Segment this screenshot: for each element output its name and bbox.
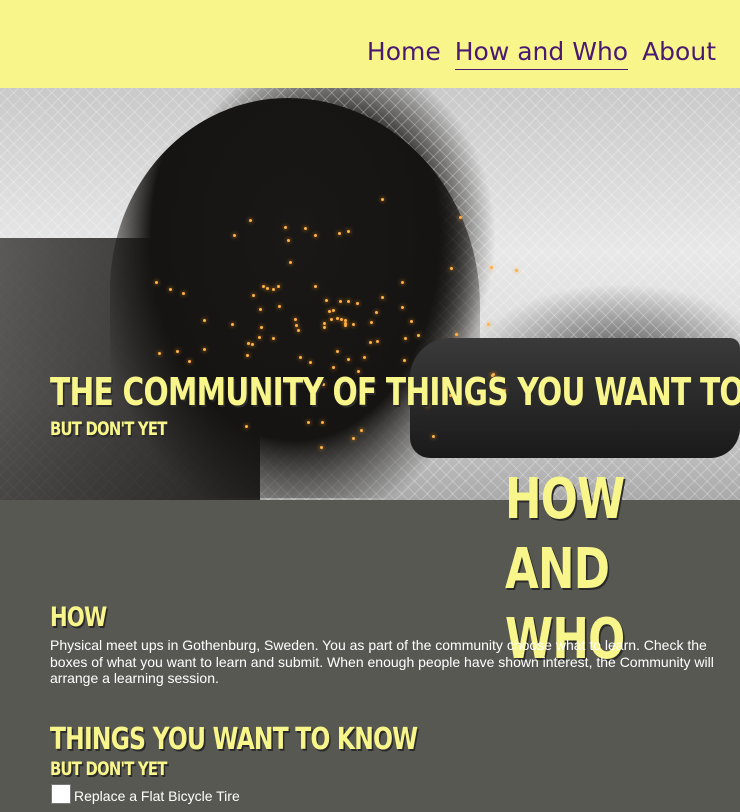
spark-dot bbox=[455, 332, 459, 336]
spark-dot bbox=[303, 227, 307, 231]
top-nav-bar: Home How and Who About bbox=[0, 0, 740, 88]
spark-dot bbox=[314, 233, 318, 237]
spark-dot bbox=[202, 347, 206, 351]
spark-dot bbox=[432, 434, 436, 438]
spark-dot bbox=[288, 260, 292, 264]
spark-dot bbox=[363, 355, 367, 359]
spark-dot bbox=[403, 336, 407, 340]
spark-dot bbox=[259, 325, 263, 329]
nav-link-how-and-who[interactable]: How and Who bbox=[454, 36, 629, 70]
how-description: Physical meet ups in Gothenburg, Sweden.… bbox=[50, 637, 714, 686]
spark-dot bbox=[351, 322, 355, 326]
hero-banner-image: THE COMMUNITY OF THINGS YOU WANT TO KNOW… bbox=[0, 88, 740, 500]
nav-link-home[interactable]: Home bbox=[367, 36, 441, 70]
spark-dot bbox=[314, 284, 318, 288]
spark-dot bbox=[297, 328, 301, 332]
spark-dot bbox=[347, 357, 351, 361]
spark-dot bbox=[244, 424, 248, 428]
spark-dot bbox=[157, 351, 161, 355]
spark-dot bbox=[328, 309, 332, 313]
things-subheading: BUT DON'T YET bbox=[50, 758, 167, 780]
main-nav: Home How and Who About bbox=[367, 36, 716, 70]
spark-dot bbox=[251, 293, 255, 297]
things-heading: THINGS YOU WANT TO KNOW bbox=[50, 722, 418, 757]
spark-dot bbox=[262, 284, 265, 288]
spark-dot bbox=[320, 420, 324, 424]
spark-dot bbox=[154, 280, 158, 284]
option-row[interactable]: Replace a Flat Bicycle Tire bbox=[51, 784, 240, 804]
spark-dot bbox=[355, 301, 359, 305]
spark-dot bbox=[368, 340, 372, 344]
option-label: Replace a Flat Bicycle Tire bbox=[74, 788, 240, 804]
spark-dot bbox=[335, 316, 339, 320]
spark-dot bbox=[230, 322, 234, 326]
spark-dot bbox=[335, 349, 339, 353]
spark-dot bbox=[294, 323, 298, 327]
nav-link-about[interactable]: About bbox=[642, 36, 716, 70]
spark-dot bbox=[337, 231, 341, 235]
hero-subtitle: BUT DON'T YET bbox=[50, 418, 167, 440]
spark-dot bbox=[400, 305, 404, 309]
spark-dot bbox=[168, 287, 172, 291]
how-heading: HOW bbox=[50, 602, 107, 633]
spark-dot bbox=[375, 339, 379, 343]
spark-dot bbox=[271, 336, 275, 340]
spark-dot bbox=[369, 321, 373, 325]
hero-title: THE COMMUNITY OF THINGS YOU WANT TO KNOW bbox=[50, 370, 740, 414]
spark-dot bbox=[250, 343, 254, 347]
spark-dot bbox=[346, 300, 350, 304]
spark-dot bbox=[286, 238, 290, 242]
option-checkbox[interactable] bbox=[51, 784, 71, 804]
